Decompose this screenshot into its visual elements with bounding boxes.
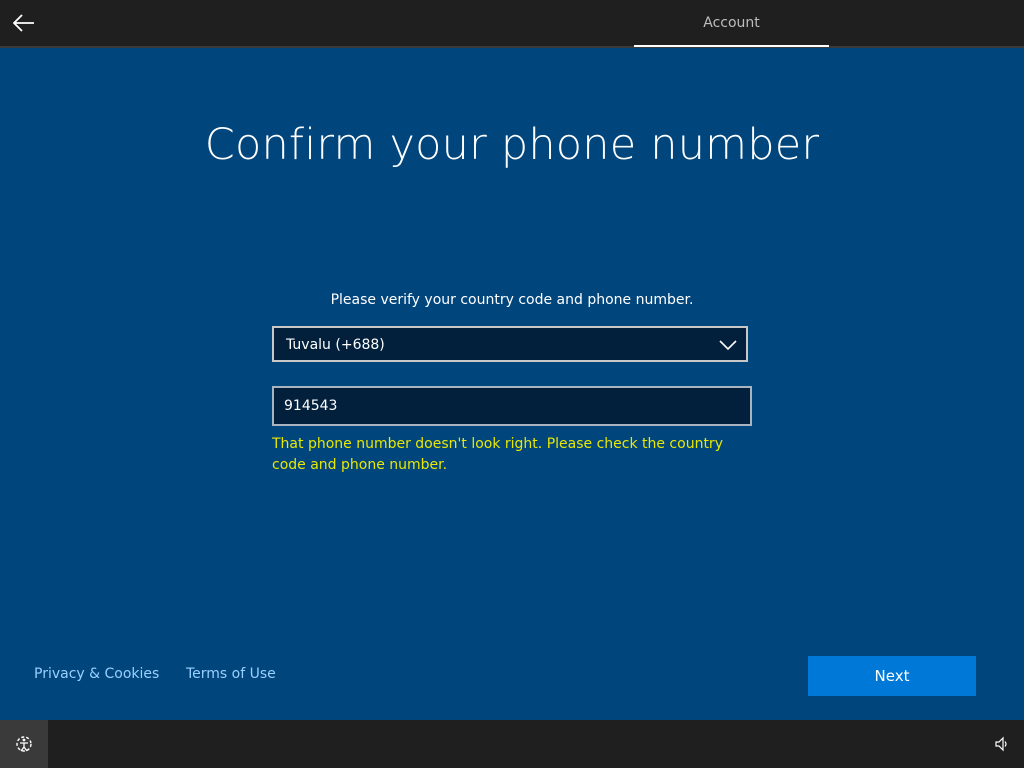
tab-account[interactable]: Account: [634, 0, 829, 46]
phone-number-input[interactable]: [272, 386, 752, 426]
terms-of-use-link[interactable]: Terms of Use: [186, 666, 276, 682]
error-message: That phone number doesn't look right. Pl…: [272, 436, 723, 473]
page-title: Confirm your phone number: [204, 120, 820, 170]
country-code-value: Tuvalu (+688): [286, 337, 385, 353]
ease-of-access-button[interactable]: [0, 720, 48, 768]
next-button[interactable]: Next: [808, 656, 976, 696]
country-code-select[interactable]: Tuvalu (+688): [272, 326, 748, 362]
taskbar: [0, 720, 1024, 768]
tab-active-indicator: [634, 45, 829, 47]
top-bar: Account: [0, 0, 1024, 48]
main-panel: Confirm your phone number Please verify …: [0, 48, 1024, 720]
chevron-down-icon: [719, 340, 737, 351]
privacy-cookies-link[interactable]: Privacy & Cookies: [34, 666, 159, 682]
tab-account-label: Account: [703, 15, 760, 31]
instructions-text: Please verify your country code and phon…: [330, 292, 694, 308]
oobe-screen: Account Confirm your phone number Please…: [0, 0, 1024, 768]
back-button[interactable]: [4, 4, 44, 42]
volume-icon: [995, 736, 1007, 752]
ease-of-access-icon: [16, 736, 32, 752]
volume-button[interactable]: [990, 732, 1014, 756]
back-arrow-icon: [13, 14, 34, 32]
